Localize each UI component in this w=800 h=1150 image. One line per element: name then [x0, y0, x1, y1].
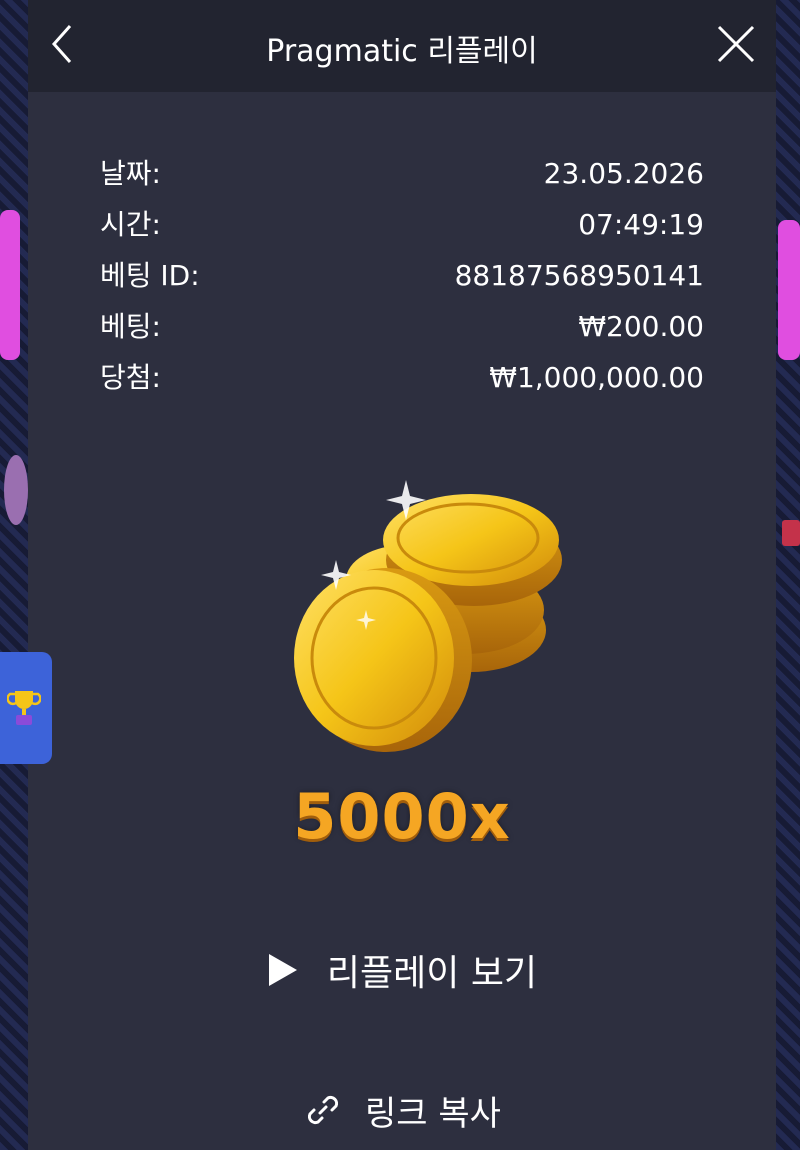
view-replay-label: 리플레이 보기: [326, 953, 538, 994]
detail-label: 날짜:: [100, 157, 161, 190]
detail-label: 베팅 ID:: [100, 259, 200, 292]
replay-panel: Pragmatic 리플레이 날짜: 23.05.2026 시간: 07:49:…: [28, 0, 776, 1150]
gem-decoration: [4, 455, 28, 525]
detail-row-bet: 베팅: ₩200.00: [100, 305, 704, 356]
close-button[interactable]: [710, 18, 762, 70]
copy-link-label: 링크 복사: [365, 1093, 501, 1134]
detail-value: 23.05.2026: [543, 157, 704, 190]
close-icon: [717, 25, 755, 63]
page-title: Pragmatic 리플레이: [266, 34, 538, 69]
win-multiplier: 5000x: [293, 780, 511, 853]
detail-label: 베팅:: [100, 310, 161, 343]
gem-decoration: [778, 220, 800, 360]
gem-decoration: [782, 520, 800, 546]
game-background-right: [776, 0, 800, 1150]
detail-row-time: 시간: 07:49:19: [100, 203, 704, 254]
detail-value: 88187568950141: [454, 259, 704, 292]
header-bar: Pragmatic 리플레이: [28, 0, 776, 92]
detail-row-win: 당첨: ₩1,000,000.00: [100, 356, 704, 407]
gold-coins-icon: [294, 480, 562, 752]
detail-value: ₩1,000,000.00: [489, 361, 704, 394]
detail-row-bet-id: 베팅 ID: 88187568950141: [100, 254, 704, 305]
detail-value: ₩200.00: [578, 310, 704, 343]
trophy-side-tab[interactable]: [0, 652, 52, 764]
play-icon: [268, 954, 297, 986]
trophy-icon: [7, 691, 41, 725]
gem-decoration: [0, 210, 20, 360]
copy-link-button[interactable]: 링크 복사: [28, 1080, 776, 1140]
link-icon: [308, 1095, 339, 1125]
game-background-left: [0, 0, 28, 1150]
view-replay-button[interactable]: 리플레이 보기: [28, 940, 776, 1000]
detail-value: 07:49:19: [578, 208, 704, 241]
detail-label: 시간:: [100, 208, 161, 241]
bet-details: 날짜: 23.05.2026 시간: 07:49:19 베팅 ID: 88187…: [100, 152, 704, 407]
detail-label: 당첨:: [100, 361, 161, 394]
detail-row-date: 날짜: 23.05.2026: [100, 152, 704, 203]
